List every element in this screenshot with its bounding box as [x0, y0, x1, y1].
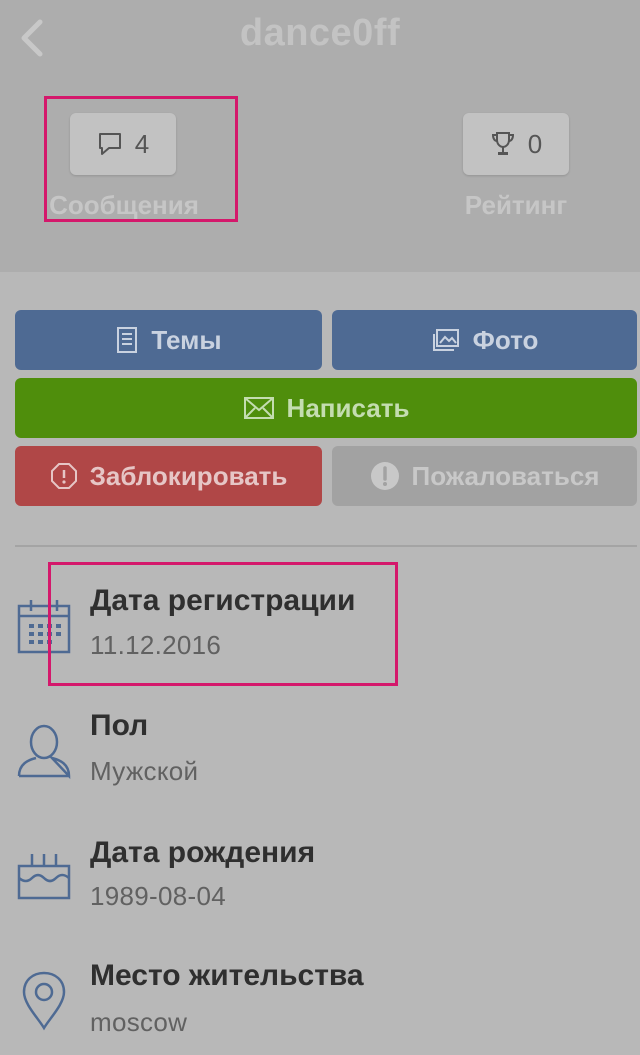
write-message-button[interactable]: Написать [15, 378, 637, 438]
write-label: Написать [286, 392, 410, 423]
birthday-cake-icon [16, 852, 72, 910]
photo-label: Фото [472, 324, 539, 355]
exclamation-circle-icon [370, 462, 399, 490]
block-button[interactable]: Заблокировать [15, 446, 322, 506]
block-octagon-icon [50, 463, 77, 489]
rating-count: 0 [527, 128, 543, 159]
envelope-icon [243, 397, 274, 419]
rating-label: Рейтинг [464, 190, 568, 220]
highlight-box-registration [48, 562, 398, 686]
birth-date-value: 1989-08-04 [90, 881, 226, 911]
gender-label: Пол [90, 709, 149, 742]
topics-label: Темы [151, 324, 222, 355]
gender-value: Мужской [90, 756, 199, 786]
user-icon [16, 722, 72, 780]
birth-date-label: Дата рождения [90, 836, 316, 869]
document-icon [117, 327, 138, 353]
divider [15, 545, 637, 547]
highlight-box-messages [44, 96, 238, 222]
trophy-icon [491, 132, 514, 155]
topics-button[interactable]: Темы [15, 310, 322, 370]
report-button[interactable]: Пожаловаться [332, 446, 637, 506]
residence-value: moscow [90, 1007, 188, 1037]
residence-label: Место жительства [90, 959, 364, 992]
photo-button[interactable]: Фото [332, 310, 637, 370]
page-title: dance0ff [239, 12, 401, 54]
photo-gallery-icon [432, 329, 459, 351]
block-label: Заблокировать [89, 460, 288, 491]
report-label: Пожаловаться [411, 460, 600, 491]
rating-button[interactable]: 0 [463, 113, 569, 175]
location-pin-icon [16, 970, 72, 1032]
